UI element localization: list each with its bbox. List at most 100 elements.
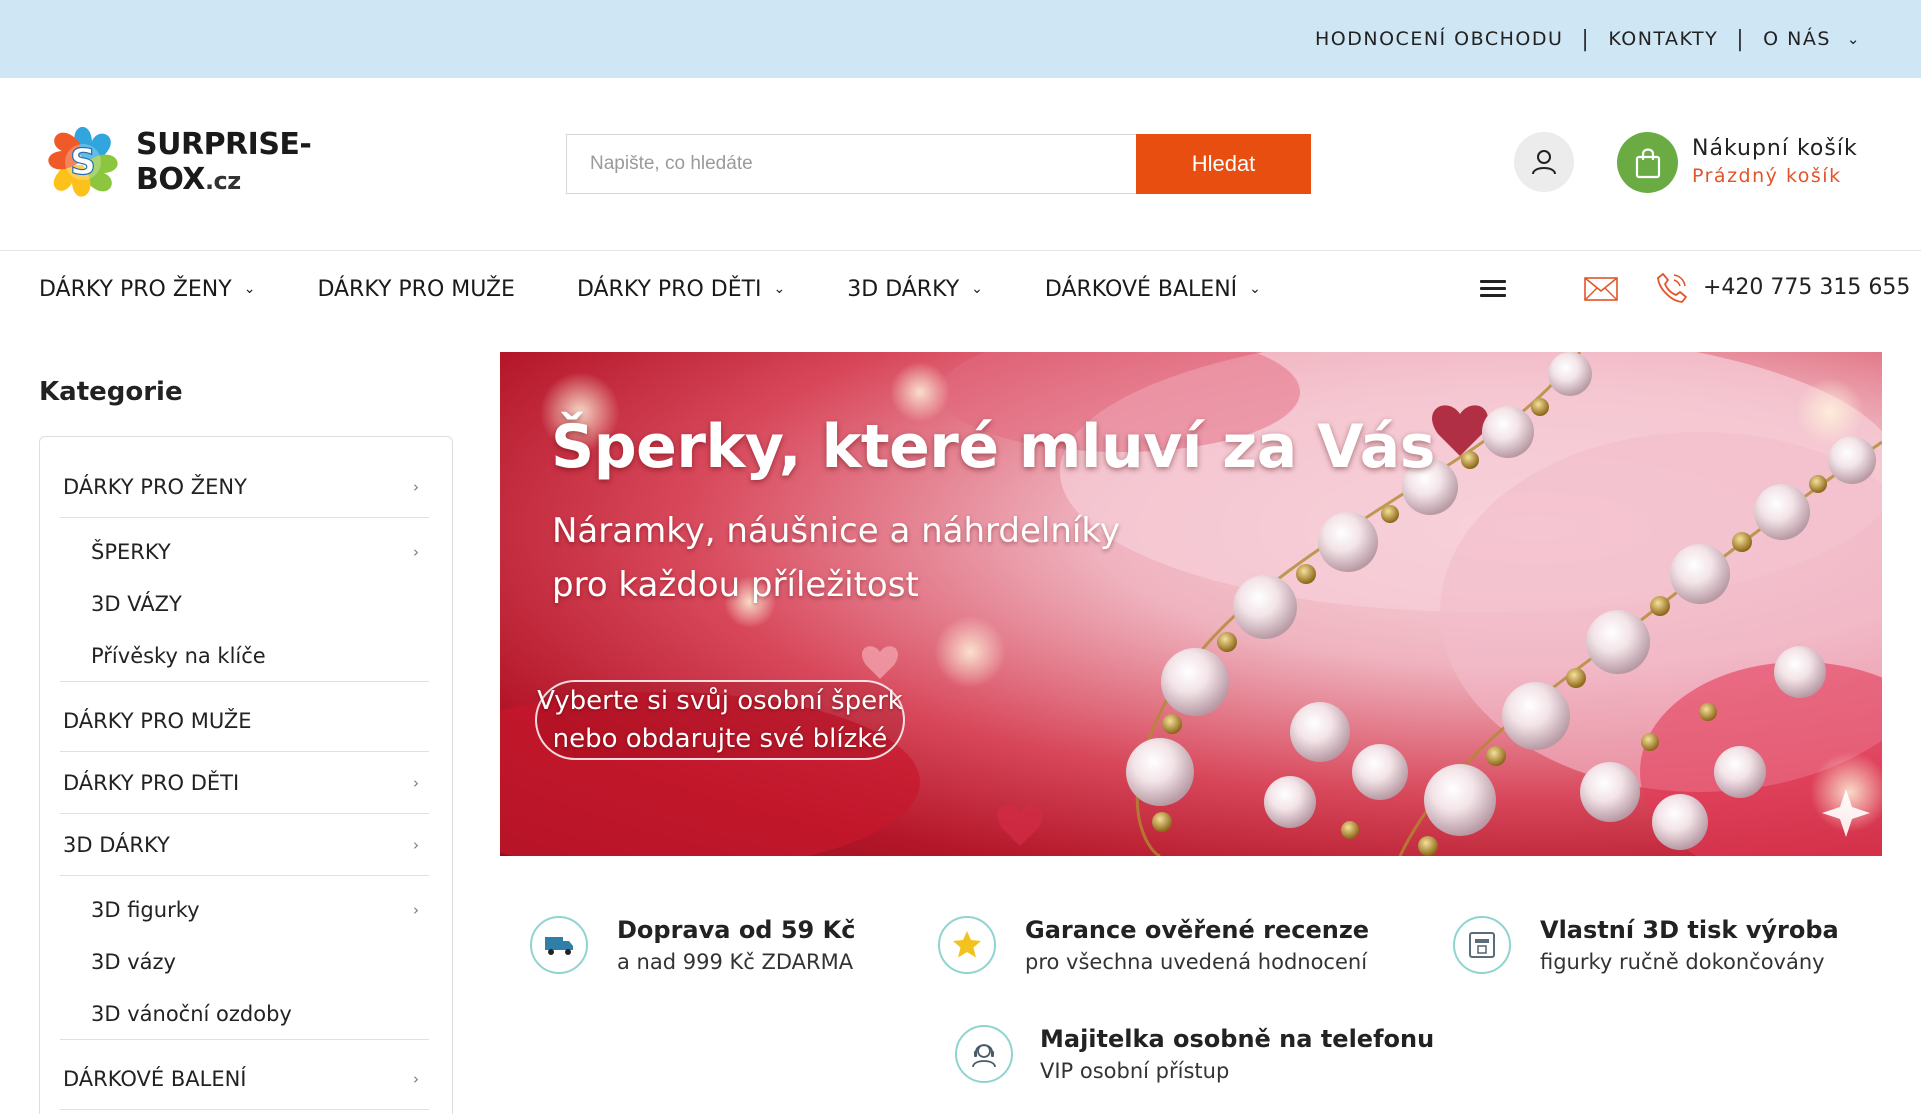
benefit-title: Garance ověřené recenze	[1025, 916, 1370, 944]
category-gifts-for-kids[interactable]: DÁRKY PRO DĚTI ›	[60, 752, 429, 814]
user-icon	[1532, 150, 1556, 175]
nav-gifts-for-men[interactable]: DÁRKY PRO MUŽE	[317, 277, 515, 302]
link-store-reviews[interactable]: HODNOCENÍ OBCHODU	[1315, 28, 1563, 50]
benefit-title: Vlastní 3D tisk výroba	[1540, 916, 1839, 944]
category-label: DÁRKOVÉ BALENÍ	[63, 1067, 247, 1091]
nav-label: DÁRKY PRO ŽENY	[39, 276, 232, 302]
benefit-title: Majitelka osobně na telefonu	[1040, 1025, 1435, 1053]
benefit-text: Majitelka osobně na telefonu VIP osobní …	[1040, 1025, 1434, 1083]
nav-label: DÁRKY PRO DĚTI	[576, 276, 762, 302]
banner-subtitle-line: Náramky, náušnice a náhrdelníky	[552, 511, 1120, 551]
banner-cta-button[interactable]: Vyberte si svůj osobní šperk nebo obdaru…	[535, 680, 905, 760]
banner-cta-line: Vyberte si svůj osobní šperk	[537, 686, 903, 716]
nav-divider	[0, 250, 1921, 251]
chevron-right-icon[interactable]: ›	[413, 526, 419, 578]
category-jewelry[interactable]: ŠPERKY ›	[60, 526, 429, 578]
clover-logo-icon: S	[48, 126, 118, 197]
category-label: 3D DÁRKY	[63, 833, 170, 857]
nav-gifts-for-women[interactable]: DÁRKY PRO ŽENY ⌄	[39, 277, 255, 302]
search-bar: Hledat	[566, 134, 1311, 194]
search-button[interactable]: Hledat	[1136, 134, 1311, 194]
chevron-down-icon: ⌄	[1249, 281, 1261, 297]
category-keychains[interactable]: Přívěsky na klíče	[60, 630, 429, 682]
top-bar: HODNOCENÍ OBCHODU | KONTAKTY | O NÁS ⌄	[0, 0, 1921, 78]
phone-number[interactable]: +420 775 315 655	[1703, 275, 1910, 300]
link-contacts[interactable]: KONTAKTY	[1608, 28, 1718, 50]
benefit-reviews: Garance ověřené recenze pro všechna uved…	[938, 916, 1369, 974]
banner-subtitle-line: pro každou příležitost	[552, 565, 919, 605]
benefit-desc: figurky ručně dokončovány	[1540, 950, 1825, 974]
category-label: 3D vázy	[91, 950, 176, 974]
chevron-right-icon[interactable]: ›	[413, 884, 419, 936]
chevron-down-icon: ⌄	[243, 281, 256, 297]
user-account-button[interactable]	[1514, 132, 1574, 192]
chevron-down-icon: ⌄	[971, 281, 983, 297]
nav-gift-wrapping[interactable]: DÁRKOVÉ BALENÍ ⌄	[1045, 277, 1261, 302]
3d-printer-icon	[1453, 916, 1511, 974]
cart-title: Nákupní košík	[1692, 136, 1858, 161]
category-label: DÁRKY PRO ŽENY	[63, 475, 247, 499]
logo-tld: .cz	[204, 167, 241, 195]
shopping-bag-icon	[1635, 147, 1660, 178]
chevron-right-icon[interactable]: ›	[413, 1048, 419, 1110]
nav-label: DÁRKOVÉ BALENÍ	[1044, 276, 1238, 302]
benefit-text: Doprava od 59 Kč a nad 999 Kč ZDARMA	[617, 916, 855, 974]
category-3d-figurines[interactable]: 3D figurky ›	[60, 884, 429, 936]
nav-label: 3D DÁRKY	[847, 276, 960, 302]
cart-button[interactable]	[1617, 132, 1678, 193]
benefit-delivery: Doprava od 59 Kč a nad 999 Kč ZDARMA	[530, 916, 855, 974]
benefit-text: Garance ověřené recenze pro všechna uved…	[1025, 916, 1369, 974]
chevron-right-icon[interactable]: ›	[413, 814, 419, 876]
delivery-truck-icon	[530, 916, 588, 974]
benefit-text: Vlastní 3D tisk výroba figurky ručně dok…	[1540, 916, 1839, 974]
link-about-us[interactable]: O NÁS	[1763, 28, 1831, 50]
cart-status: Prázdný košík	[1692, 165, 1842, 187]
nav-3d-gifts[interactable]: 3D DÁRKY ⌄	[847, 277, 983, 302]
logo-text: SURPRISE-BOX.cz	[136, 127, 400, 197]
benefit-desc: VIP osobní přístup	[1040, 1059, 1230, 1083]
logo[interactable]: S SURPRISE-BOX.cz	[40, 117, 400, 207]
phone-icon[interactable]	[1655, 271, 1689, 309]
category-label: 3D vánoční ozdoby	[91, 1002, 292, 1026]
nav-label: DÁRKY PRO MUŽE	[317, 276, 515, 302]
cart-info[interactable]: Nákupní košík Prázdný košík	[1692, 136, 1858, 187]
category-label: 3D figurky	[91, 898, 200, 922]
search-input[interactable]	[566, 134, 1136, 194]
benefit-title: Doprava od 59 Kč	[617, 916, 856, 944]
benefit-desc: a nad 999 Kč ZDARMA	[617, 950, 854, 974]
mail-icon[interactable]	[1584, 277, 1618, 305]
category-3d-vases-sub[interactable]: 3D vázy	[60, 936, 429, 988]
chevron-down-icon[interactable]: ⌄	[1847, 30, 1861, 48]
top-links: HODNOCENÍ OBCHODU | KONTAKTY | O NÁS ⌄	[1315, 0, 1861, 78]
category-3d-vases[interactable]: 3D VÁZY	[60, 578, 429, 630]
hero-banner[interactable]: Šperky, které mluví za Vás Náramky, náuš…	[500, 352, 1882, 856]
chevron-right-icon[interactable]: ›	[413, 752, 419, 814]
chevron-right-icon[interactable]: ›	[413, 456, 419, 518]
banner-cta-line: nebo obdarujte své blízké	[552, 724, 888, 754]
category-label: Přívěsky na klíče	[91, 644, 266, 668]
star-rating-icon	[938, 916, 996, 974]
separator: |	[1736, 26, 1746, 52]
banner-title: Šperky, které mluví za Vás	[551, 412, 1435, 482]
category-label: 3D VÁZY	[91, 592, 182, 616]
chevron-down-icon: ⌄	[773, 281, 786, 297]
support-agent-icon	[955, 1025, 1013, 1083]
category-list: DÁRKY PRO ŽENY › ŠPERKY › 3D VÁZY Přívěs…	[60, 456, 429, 1110]
category-gift-wrapping[interactable]: DÁRKOVÉ BALENÍ ›	[60, 1048, 429, 1110]
category-label: DÁRKY PRO MUŽE	[63, 709, 252, 733]
benefit-desc: pro všechna uvedená hodnocení	[1025, 950, 1368, 974]
banner-subtitle: Náramky, náušnice a náhrdelníky pro každ…	[552, 504, 1120, 612]
separator: |	[1581, 26, 1591, 52]
main-nav: DÁRKY PRO ŽENY ⌄ DÁRKY PRO MUŽE DÁRKY PRO…	[39, 268, 1323, 310]
category-gifts-for-women[interactable]: DÁRKY PRO ŽENY ›	[60, 456, 429, 518]
benefit-3d-print: Vlastní 3D tisk výroba figurky ručně dok…	[1453, 916, 1839, 974]
category-3d-christmas-ornaments[interactable]: 3D vánoční ozdoby	[60, 988, 429, 1040]
category-label: ŠPERKY	[91, 540, 171, 564]
category-3d-gifts[interactable]: 3D DÁRKY ›	[60, 814, 429, 876]
benefit-owner-phone: Majitelka osobně na telefonu VIP osobní …	[955, 1025, 1434, 1083]
nav-gifts-for-kids[interactable]: DÁRKY PRO DĚTI ⌄	[577, 277, 785, 302]
category-gifts-for-men[interactable]: DÁRKY PRO MUŽE	[60, 690, 429, 752]
menu-icon[interactable]	[1480, 280, 1506, 298]
svg-text:S: S	[70, 142, 96, 183]
sidebar-title: Kategorie	[39, 377, 183, 407]
